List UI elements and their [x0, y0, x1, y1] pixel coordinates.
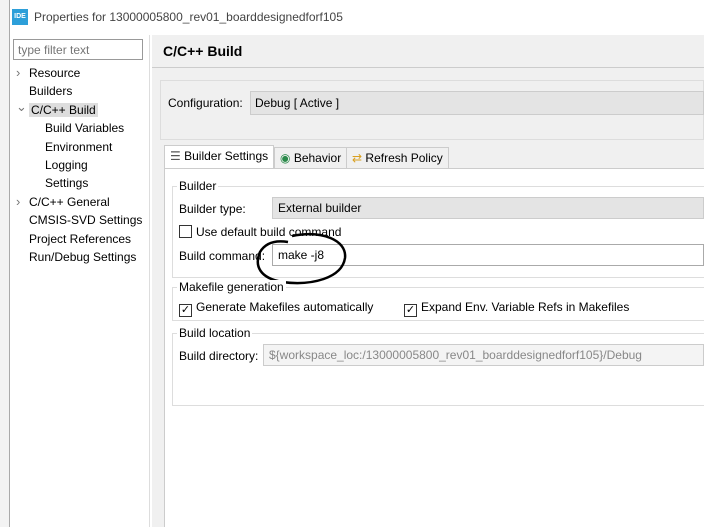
sidebar-item-label: CMSIS-SVD Settings [29, 213, 143, 228]
sidebar-item[interactable]: Logging [45, 158, 88, 172]
refresh-icon: ⇄ [352, 151, 363, 165]
sidebar-item-label: Logging [45, 158, 88, 172]
sidebar-item[interactable]: Environment [45, 140, 112, 154]
build-directory-input[interactable]: ${workspace_loc:/13000005800_rev01_board… [263, 344, 704, 366]
builder-group-label: Builder [177, 179, 219, 193]
chevron-down-icon[interactable]: ⌄ [16, 99, 27, 115]
sidebar-item[interactable]: Settings [45, 176, 88, 190]
expand-env-refs-checkbox[interactable]: ✓ Expand Env. Variable Refs in Makefiles [404, 300, 629, 317]
radio-icon: ◉ [280, 151, 291, 165]
sidebar-item-label: C/C++ General [29, 194, 110, 209]
builder-type-label: Builder type: [179, 202, 246, 216]
sidebar-item[interactable]: CMSIS-SVD Settings [29, 213, 142, 227]
sidebar-item-label: Settings [45, 176, 89, 191]
tab-behavior[interactable]: ◉ Behavior [274, 147, 348, 168]
sidebar-item-label: C/C++ Build [29, 102, 98, 117]
generate-makefiles-checkbox[interactable]: ✓ Generate Makefiles automatically [179, 300, 373, 317]
sidebar-item[interactable]: ⌄ C/C++ Build [16, 99, 98, 117]
build-location-group-label: Build location [177, 326, 253, 340]
chevron-right-icon[interactable]: › [16, 194, 20, 209]
sidebar-item-label: Builders [29, 84, 73, 99]
chevron-right-icon[interactable]: › [16, 65, 20, 80]
sidebar-item[interactable]: Project References [29, 232, 131, 246]
sidebar-item[interactable]: › Resource [16, 65, 81, 80]
sidebar-item-label: Resource [29, 66, 81, 80]
sidebar-item-label: Run/Debug Settings [29, 250, 137, 264]
sidebar-item-label: Project References [29, 231, 132, 246]
background-window [0, 0, 10, 527]
sidebar-item-label: Environment [45, 139, 113, 154]
configuration-label: Configuration: [168, 96, 243, 110]
filter-input[interactable] [13, 39, 143, 60]
page-title: C/C++ Build [163, 43, 243, 59]
makefile-group-label: Makefile generation [177, 280, 286, 294]
configuration-select[interactable]: Debug [ Active ] [250, 91, 704, 115]
sidebar-item[interactable]: Builders [29, 84, 72, 98]
checkbox-checked[interactable]: ✓ [179, 304, 192, 317]
sidebar-item[interactable]: Run/Debug Settings [29, 250, 136, 264]
list-icon: ☰ [170, 149, 181, 163]
sidebar-item[interactable]: › C/C++ General [16, 194, 110, 209]
ide-logo-icon: IDE [12, 9, 28, 25]
sidebar-item-label: Build Variables [45, 121, 125, 136]
tab-builder-settings[interactable]: ☰ Builder Settings [164, 145, 275, 169]
sidebar-item[interactable]: Build Variables [45, 121, 124, 135]
checkbox-checked[interactable]: ✓ [404, 304, 417, 317]
builder-type-field: External builder [272, 197, 704, 219]
tab-refresh-policy[interactable]: ⇄ Refresh Policy [346, 147, 449, 168]
window-title: Properties for 13000005800_rev01_boardde… [34, 10, 343, 24]
build-directory-label: Build directory: [179, 349, 259, 363]
checkbox-box[interactable] [179, 225, 192, 238]
